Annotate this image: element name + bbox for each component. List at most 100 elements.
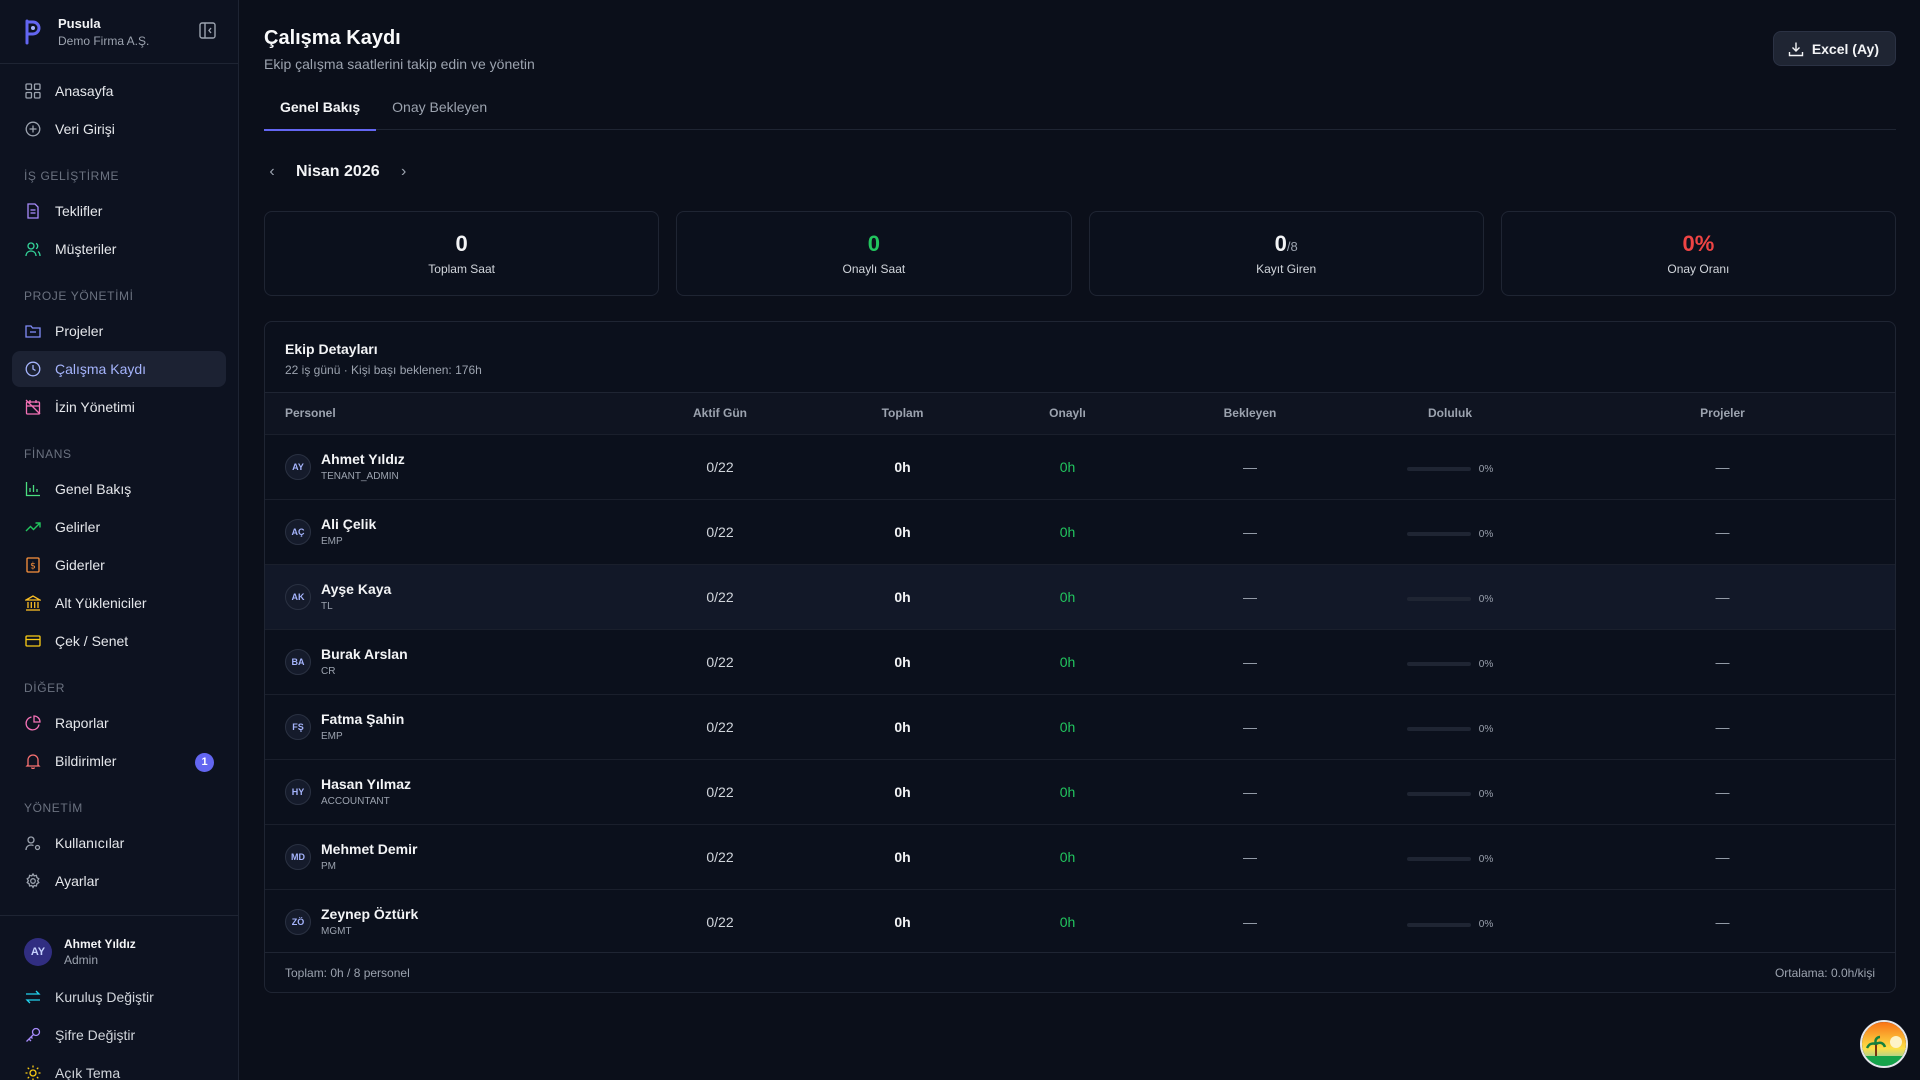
- avatar: HY: [285, 778, 311, 805]
- table-row[interactable]: MD Mehmet Demir PM 0/22 0h 0h — 0% —: [265, 824, 1895, 889]
- next-month-button[interactable]: ›: [396, 163, 412, 181]
- sidebar-item-veri-girisi[interactable]: Veri Girişi: [12, 111, 226, 147]
- person-name: Burak Arslan: [321, 646, 408, 662]
- sidebar-item-gelirler[interactable]: Gelirler: [12, 509, 226, 545]
- floating-profile-avatar[interactable]: [1860, 1020, 1908, 1068]
- brand: Pusula Demo Firma A.Ş.: [0, 0, 238, 64]
- stat-card-onayli-saat: 0 Onaylı Saat: [676, 211, 1072, 296]
- cell-bekleyen: —: [1243, 458, 1257, 475]
- cell-onayli: 0h: [1059, 523, 1076, 540]
- fill-bar: [1406, 857, 1471, 862]
- sidebar-item-label: Anasayfa: [55, 83, 114, 99]
- fill-percent: 0%: [1478, 853, 1494, 865]
- cell-aktif-gun: 0/22: [706, 783, 734, 800]
- cell-bekleyen: —: [1243, 653, 1257, 670]
- fill-indicator: 0%: [1406, 594, 1493, 605]
- fill-bar: [1406, 922, 1471, 927]
- plus-circle-icon: [25, 121, 41, 137]
- cell-doluluk: 0%: [1350, 434, 1550, 499]
- folder-icon: [25, 325, 41, 338]
- cell-onayli: 0h: [1059, 913, 1076, 930]
- receipt-icon: $: [26, 557, 40, 573]
- bottom-item-label: Kuruluş Değiştir: [55, 989, 154, 1005]
- key-icon: [26, 1027, 41, 1042]
- cell-personel: MD Mehmet Demir PM: [265, 824, 620, 889]
- excel-export-button[interactable]: Excel (Ay): [1772, 31, 1896, 66]
- column-header-bekleyen: Bekleyen: [1223, 406, 1277, 421]
- fill-percent: 0%: [1478, 919, 1494, 930]
- avatar: ZÖ: [285, 908, 311, 935]
- cell-toplam: 0h: [894, 653, 911, 670]
- pie-chart-icon: [25, 715, 41, 731]
- person-name: Ayşe Kaya: [321, 581, 392, 597]
- table-row[interactable]: FŞ Fatma Şahin EMP 0/22 0h 0h — 0% —: [265, 694, 1895, 759]
- sidebar-item-label: Genel Bakış: [55, 481, 132, 497]
- switch-organization-button[interactable]: Kuruluş Değiştir: [0, 978, 239, 1016]
- person-info: AY Ahmet Yıldız TENANT_ADMIN: [285, 451, 620, 482]
- pusula-logo-icon: [25, 19, 41, 44]
- table-row[interactable]: AK Ayşe Kaya TL 0/22 0h 0h — 0% —: [265, 564, 1895, 629]
- sidebar-item-izin-yonetimi[interactable]: İzin Yönetimi: [12, 389, 226, 425]
- tab-onay-bekleyen[interactable]: Onay Bekleyen: [376, 88, 503, 130]
- sidebar-item-kullanicilar[interactable]: Kullanıcılar: [12, 825, 226, 861]
- person-info: ZÖ Zeynep Öztürk MGMT: [285, 906, 620, 937]
- team-table: Personel Aktif Gün Toplam Onaylı Bekleye…: [265, 393, 1895, 954]
- light-theme-button[interactable]: Açık Tema: [0, 1054, 239, 1080]
- sidebar-item-label: Gelirler: [55, 519, 101, 535]
- cell-doluluk: 0%: [1350, 824, 1550, 889]
- stat-value: 0%: [1682, 231, 1715, 256]
- fill-indicator: 0%: [1406, 919, 1494, 930]
- column-header-onayli: Onaylı: [1049, 406, 1086, 421]
- collapse-sidebar-icon[interactable]: [199, 22, 216, 39]
- cell-projeler: —: [1715, 588, 1730, 605]
- sidebar-item-cek-senet[interactable]: Çek / Senet: [12, 623, 226, 659]
- person-name: Ali Çelik: [321, 516, 377, 532]
- person-role: ACCOUNTANT: [321, 796, 390, 807]
- change-password-button[interactable]: Şifre Değiştir: [0, 1016, 239, 1054]
- fill-indicator: 0%: [1406, 723, 1494, 735]
- table-row[interactable]: HY Hasan Yılmaz ACCOUNTANT 0/22 0h 0h — 0% —: [265, 759, 1895, 824]
- sidebar-item-label: Veri Girişi: [55, 121, 115, 137]
- cell-onayli: 0h: [1059, 848, 1076, 865]
- clock-icon: [25, 361, 41, 377]
- table-row[interactable]: ZÖ Zeynep Öztürk MGMT 0/22 0h 0h — 0% —: [265, 889, 1895, 954]
- sidebar-item-projeler[interactable]: Projeler: [12, 313, 226, 349]
- sidebar-item-bildirimler[interactable]: Bildirimler 1: [12, 743, 226, 779]
- fill-percent: 0%: [1478, 723, 1494, 735]
- cell-bekleyen: —: [1243, 588, 1257, 605]
- cell-toplam: 0h: [894, 718, 911, 735]
- team-table-body: AY Ahmet Yıldız TENANT_ADMIN 0/22 0h 0h —0% — AÇ…: [265, 434, 1895, 954]
- download-icon: [1788, 42, 1804, 56]
- table-row[interactable]: AY Ahmet Yıldız TENANT_ADMIN 0/22 0h 0h — 0% —: [265, 434, 1895, 499]
- sidebar-item-label: Müşteriler: [55, 241, 117, 257]
- fill-bar: [1406, 467, 1471, 472]
- fill-bar: [1406, 532, 1471, 537]
- cell-toplam: 0h: [894, 848, 911, 865]
- sidebar-item-anasayfa[interactable]: Anasayfa: [12, 73, 226, 109]
- sidebar-item-calisma-kaydi[interactable]: Çalışma Kaydı: [12, 351, 226, 387]
- sidebar-item-alt-yukleniciler[interactable]: Alt Yükleniciler: [12, 585, 226, 621]
- team-details-panel: Ekip Detayları 22 iş günü · Kişi başı be…: [264, 321, 1896, 993]
- bar-chart-icon: [25, 482, 40, 497]
- cell-bekleyen: —: [1243, 523, 1257, 540]
- current-user[interactable]: AY Ahmet Yıldız Admin: [0, 936, 239, 968]
- column-header-projeler: Projeler: [1700, 406, 1745, 421]
- cell-personel: AÇ Ali Çelik EMP: [265, 499, 620, 564]
- sidebar-item-ayarlar[interactable]: Ayarlar: [12, 863, 226, 899]
- cell-bekleyen: —: [1243, 848, 1257, 865]
- previous-month-button[interactable]: ‹: [264, 163, 280, 181]
- sidebar-item-musteriler[interactable]: Müşteriler: [12, 231, 226, 267]
- person-role: EMP: [321, 536, 343, 547]
- table-row[interactable]: BA Burak Arslan CR 0/22 0h 0h — 0% —: [265, 629, 1895, 694]
- sidebar-item-genel-bakis[interactable]: Genel Bakış: [12, 471, 226, 507]
- sun-icon: [25, 1065, 41, 1080]
- sidebar-item-raporlar[interactable]: Raporlar: [12, 705, 226, 741]
- table-row[interactable]: AÇ Ali Çelik EMP 0/22 0h 0h — 0% —: [265, 499, 1895, 564]
- sidebar-item-teklifler[interactable]: Teklifler: [12, 193, 226, 229]
- sidebar-item-label: İzin Yönetimi: [55, 399, 135, 415]
- tab-genel-bakis[interactable]: Genel Bakış: [264, 88, 377, 131]
- footer-average: Ortalama: 0.0h/kişi: [1774, 965, 1875, 980]
- sidebar-item-giderler[interactable]: $ Giderler: [12, 547, 226, 583]
- users-icon: [25, 242, 41, 257]
- cell-personel: ZÖ Zeynep Öztürk MGMT: [265, 889, 620, 954]
